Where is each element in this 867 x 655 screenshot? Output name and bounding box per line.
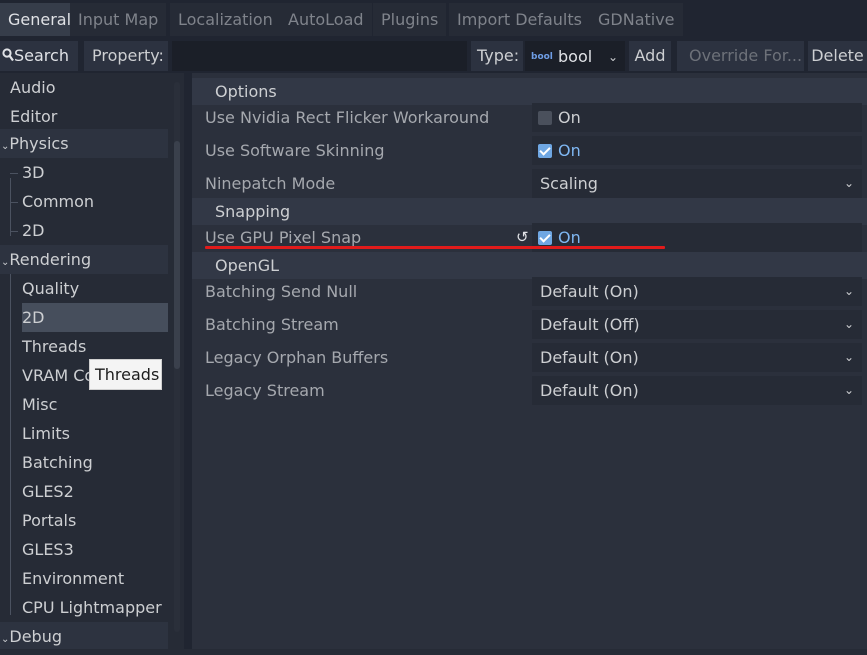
legacy-stream-select[interactable]: Default (On) ⌄ bbox=[532, 376, 862, 405]
ninepatch-mode-select[interactable]: Scaling ⌄ bbox=[532, 169, 862, 198]
chevron-down-icon: ⌄ bbox=[843, 317, 854, 331]
tree-item-limits[interactable]: Limits bbox=[22, 419, 70, 448]
tree-item-rendering-2d[interactable]: 2D bbox=[22, 303, 168, 332]
property-label: Use GPU Pixel Snap bbox=[205, 228, 362, 247]
select-value: Default (On) bbox=[540, 381, 639, 400]
tree-item-batching[interactable]: Batching bbox=[22, 448, 93, 477]
tooltip: Threads bbox=[89, 359, 162, 390]
select-value: Scaling bbox=[540, 174, 598, 193]
tab-import-defaults[interactable]: Import Defaults bbox=[449, 3, 590, 36]
select-value: Default (Off) bbox=[540, 315, 640, 334]
revert-icon[interactable]: ↺ bbox=[516, 221, 529, 254]
tree-item-physics[interactable]: ⌄Physics bbox=[0, 129, 168, 158]
tree-guide bbox=[10, 178, 11, 236]
tree-item-environment[interactable]: Environment bbox=[22, 564, 124, 593]
tab-general[interactable]: General bbox=[0, 3, 80, 36]
override-for-button[interactable]: Override For... bbox=[677, 41, 804, 71]
property-inspector: Options Use Nvidia Rect Flicker Workarou… bbox=[192, 73, 867, 649]
property-row-batching-stream: Batching Stream Default (Off) ⌄ bbox=[192, 308, 867, 341]
tree-item-quality[interactable]: Quality bbox=[22, 274, 79, 303]
tree-item-misc[interactable]: Misc bbox=[22, 390, 57, 419]
delete-button[interactable]: Delete bbox=[808, 41, 867, 71]
tab-autoload[interactable]: AutoLoad bbox=[280, 3, 372, 36]
tree-item-debug[interactable]: ⌄Debug bbox=[0, 622, 168, 649]
chevron-down-icon: ⌄ bbox=[843, 383, 854, 397]
bottom-edge bbox=[0, 649, 867, 655]
tab-plugins[interactable]: Plugins bbox=[373, 3, 447, 36]
tree-item-gles3[interactable]: GLES3 bbox=[22, 535, 74, 564]
property-label: Legacy Stream bbox=[205, 381, 325, 400]
tree-guide bbox=[10, 173, 18, 174]
highlight-underline bbox=[205, 246, 665, 249]
batching-send-null-select[interactable]: Default (On) ⌄ bbox=[532, 277, 862, 306]
search-icon bbox=[2, 48, 14, 62]
checkbox-label: On bbox=[558, 141, 581, 160]
tree-item-cpu-lightmapper[interactable]: CPU Lightmapper bbox=[22, 593, 162, 622]
property-label: Batching Stream bbox=[205, 315, 339, 334]
property-label: Ninepatch Mode bbox=[205, 174, 336, 193]
tree-item-vram-compression[interactable]: VRAM Co bbox=[22, 361, 94, 390]
batching-stream-select[interactable]: Default (Off) ⌄ bbox=[532, 310, 862, 339]
property-label: Legacy Orphan Buffers bbox=[205, 348, 389, 367]
add-button[interactable]: Add bbox=[629, 41, 671, 71]
tab-gdnative[interactable]: GDNative bbox=[590, 3, 683, 36]
property-row-batching-send-null: Batching Send Null Default (On) ⌄ bbox=[192, 275, 867, 308]
property-label: Property: bbox=[84, 41, 168, 71]
checkbox-checked-icon bbox=[538, 144, 552, 158]
tree-item-portals[interactable]: Portals bbox=[22, 506, 76, 535]
tree-item-threads[interactable]: Threads bbox=[22, 332, 86, 361]
software-skinning-checkbox[interactable]: On bbox=[532, 136, 862, 165]
bool-type-icon: bool bbox=[531, 52, 553, 62]
property-label: Use Software Skinning bbox=[205, 141, 385, 160]
tree-item-editor[interactable]: Editor bbox=[10, 102, 57, 131]
search-label: Search bbox=[14, 46, 69, 65]
property-row-software-skinning: Use Software Skinning On bbox=[192, 134, 867, 167]
chevron-down-icon: ⌄ bbox=[843, 350, 854, 364]
tree-guide bbox=[10, 231, 18, 232]
tree-item-rendering[interactable]: ⌄Rendering bbox=[0, 245, 168, 274]
tree-item-physics-common[interactable]: Common bbox=[22, 187, 94, 216]
property-row-ninepatch-mode: Ninepatch Mode Scaling ⌄ bbox=[192, 167, 867, 200]
select-value: Default (On) bbox=[540, 348, 639, 367]
tree-item-physics-2d[interactable]: 2D bbox=[22, 216, 45, 245]
tree-guide bbox=[10, 202, 18, 203]
tree-item-physics-3d[interactable]: 3D bbox=[22, 158, 45, 187]
toolbar: Search Property: Type: bool bool ⌄ Add O… bbox=[0, 39, 867, 73]
search-button[interactable]: Search bbox=[0, 41, 78, 71]
legacy-orphan-buffers-select[interactable]: Default (On) ⌄ bbox=[532, 343, 862, 372]
nvidia-flicker-checkbox[interactable]: On bbox=[532, 103, 862, 132]
tab-localization[interactable]: Localization bbox=[170, 3, 281, 36]
tab-input-map[interactable]: Input Map bbox=[70, 3, 167, 36]
property-row-legacy-stream: Legacy Stream Default (On) ⌄ bbox=[192, 374, 867, 407]
tree-item-label: Rendering bbox=[9, 250, 92, 269]
property-label: Batching Send Null bbox=[205, 282, 358, 301]
property-row-gpu-pixel-snap: Use GPU Pixel Snap ↺ On bbox=[192, 221, 867, 254]
property-label: Use Nvidia Rect Flicker Workaround bbox=[205, 108, 490, 127]
chevron-down-icon: ⌄ bbox=[607, 50, 618, 64]
chevron-down-icon: ⌄ bbox=[843, 284, 854, 298]
tree-item-label: Debug bbox=[9, 627, 63, 646]
tab-bar: General Input Map Localization AutoLoad … bbox=[0, 0, 867, 39]
type-select-value: bool bbox=[558, 47, 593, 66]
checkbox-checked-icon bbox=[538, 231, 552, 245]
type-select[interactable]: bool bool ⌄ bbox=[525, 41, 625, 71]
type-label: Type: bbox=[471, 41, 523, 71]
property-row-nvidia-flicker: Use Nvidia Rect Flicker Workaround On bbox=[192, 101, 867, 134]
checkbox-unchecked-icon bbox=[538, 111, 552, 125]
checkbox-label: On bbox=[558, 108, 581, 127]
tree-item-audio[interactable]: Audio bbox=[10, 73, 55, 102]
chevron-down-icon: ⌄ bbox=[843, 176, 854, 190]
property-row-legacy-orphan-buffers: Legacy Orphan Buffers Default (On) ⌄ bbox=[192, 341, 867, 374]
property-input[interactable] bbox=[172, 41, 467, 71]
select-value: Default (On) bbox=[540, 282, 639, 301]
tree-item-gles2[interactable]: GLES2 bbox=[22, 477, 74, 506]
tree-guide bbox=[10, 265, 11, 615]
tree-scrollbar-thumb[interactable] bbox=[174, 141, 180, 369]
tree-item-label: Physics bbox=[9, 134, 69, 153]
